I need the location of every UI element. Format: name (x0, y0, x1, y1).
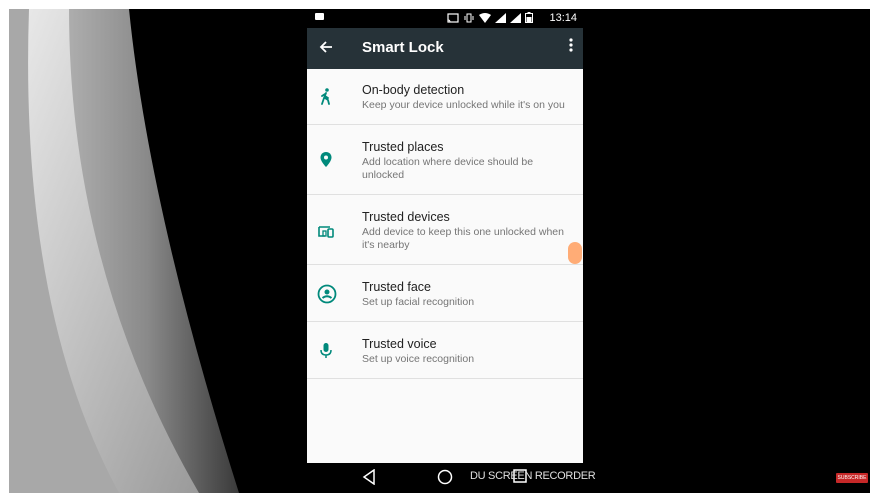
back-triangle-icon (362, 468, 375, 486)
phone-screen: 13:14 Smart Lock On-body detection Keep … (307, 9, 583, 493)
devices-icon (317, 223, 335, 241)
back-button[interactable] (319, 38, 333, 58)
nav-back-button[interactable] (362, 468, 376, 490)
subscribe-badge[interactable]: SUBSCRIBE (836, 473, 868, 483)
face-icon (317, 284, 337, 304)
signal-icon (495, 12, 506, 26)
more-vert-icon (569, 38, 573, 52)
background-swoosh (9, 9, 239, 493)
home-circle-icon (437, 469, 453, 485)
status-icons (447, 12, 533, 26)
item-title: Trusted face (362, 280, 432, 294)
list-item-trusted-places[interactable]: Trusted places Add location where device… (307, 125, 583, 195)
item-title: On-body detection (362, 83, 465, 97)
walking-person-icon (317, 87, 335, 105)
touch-indicator (568, 242, 582, 264)
wifi-icon (479, 12, 491, 26)
screen-record-icon (315, 13, 324, 20)
item-subtitle: Keep your device unlocked while it's on … (362, 99, 565, 111)
signal-icon-2 (510, 12, 521, 26)
nav-home-button[interactable] (437, 469, 453, 490)
list-item-trusted-devices[interactable]: Trusted devices Add device to keep this … (307, 195, 583, 265)
item-title: Trusted places (362, 140, 444, 154)
status-time: 13:14 (549, 12, 577, 24)
microphone-icon (317, 341, 335, 359)
list-item-on-body-detection[interactable]: On-body detection Keep your device unloc… (307, 69, 583, 125)
overflow-menu-button[interactable] (569, 38, 573, 58)
item-subtitle: Add location where device should be unlo… (362, 156, 534, 181)
arrow-back-icon (319, 41, 332, 53)
page-title: Smart Lock (362, 39, 444, 56)
vibrate-icon (463, 13, 475, 26)
item-subtitle: Set up facial recognition (362, 296, 475, 308)
location-pin-icon (317, 151, 335, 169)
battery-icon (525, 12, 533, 26)
item-title: Trusted devices (362, 210, 450, 224)
cast-icon (447, 12, 459, 26)
list-item-trusted-face[interactable]: Trusted face Set up facial recognition (307, 265, 583, 322)
recorder-watermark: DU SCREEN RECORDER (470, 470, 596, 482)
item-subtitle: Add device to keep this one unlocked whe… (362, 226, 564, 251)
smart-lock-options-list: On-body detection Keep your device unloc… (307, 69, 583, 463)
item-title: Trusted voice (362, 337, 437, 351)
video-frame: 13:14 Smart Lock On-body detection Keep … (9, 9, 870, 493)
item-subtitle: Set up voice recognition (362, 353, 475, 365)
list-item-trusted-voice[interactable]: Trusted voice Set up voice recognition (307, 322, 583, 379)
app-bar: Smart Lock (307, 28, 583, 69)
status-bar: 13:14 (307, 9, 583, 28)
